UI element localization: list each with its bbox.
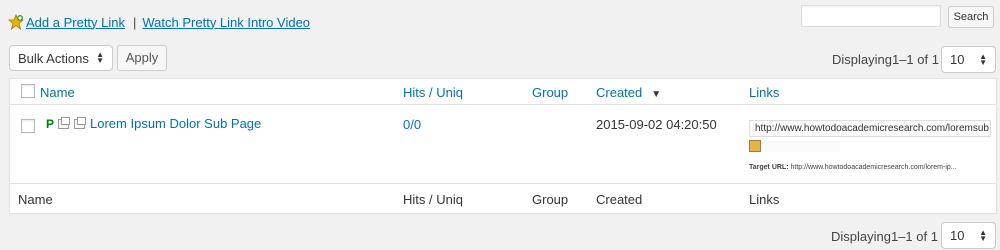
row-hits[interactable]: 0/0 <box>403 117 421 132</box>
links-table: Name Hits / Uniq Group Created ▼ Links P … <box>9 78 997 214</box>
select-arrows-icon: ▲ ▼ <box>979 227 987 243</box>
top-links: Add a Pretty Link | Watch Pretty Link In… <box>7 13 310 31</box>
select-arrows-icon: ▲ ▼ <box>96 50 104 65</box>
bulk-actions-select[interactable]: Bulk Actions ▲ ▼ <box>9 45 113 71</box>
pretty-link-url-field[interactable]: http://www.howtodoacademicresearch.com/l… <box>749 120 991 137</box>
select-arrows-icon: ▲ ▼ <box>979 51 987 67</box>
row-name-cell: P Lorem Ipsum Dolor Sub Page <box>46 116 261 131</box>
th-hits[interactable]: Hits / Uniq <box>403 85 463 100</box>
pretty-link-badge: P <box>46 116 55 131</box>
apply-button[interactable]: Apply <box>117 45 167 71</box>
bulk-actions-label: Bulk Actions <box>18 50 89 66</box>
tf-hits: Hits / Uniq <box>403 192 463 207</box>
th-created[interactable]: Created <box>596 85 642 100</box>
add-pretty-link[interactable]: Add a Pretty Link <box>26 15 125 30</box>
search-button[interactable]: Search <box>948 6 994 28</box>
header-divider <box>10 104 996 105</box>
tf-links: Links <box>749 192 780 207</box>
displaying-count-bottom: Displaying1–1 of 1 <box>831 229 938 244</box>
copy-status-area <box>762 140 840 152</box>
per-page-value: 10 <box>950 228 965 243</box>
add-star-icon <box>7 13 25 31</box>
target-url: Target URL: http://www.howtodoacademicre… <box>749 164 957 171</box>
row-created: 2015-09-02 04:20:50 <box>596 117 717 132</box>
row-checkbox[interactable] <box>21 119 35 133</box>
sort-desc-icon: ▼ <box>651 89 662 100</box>
per-page-select-bottom[interactable]: 10 ▲ ▼ <box>941 222 996 249</box>
per-page-select-top[interactable]: 10 ▲ ▼ <box>941 46 996 73</box>
row-divider <box>10 183 996 184</box>
per-page-value: 10 <box>950 52 965 67</box>
target-url-label: Target URL: <box>749 164 789 171</box>
th-created-wrap[interactable]: Created ▼ <box>596 85 661 100</box>
separator: | <box>133 14 137 30</box>
th-name[interactable]: Name <box>40 85 75 100</box>
open-new-window-icon[interactable] <box>58 116 71 129</box>
watch-video-link[interactable]: Watch Pretty Link Intro Video <box>142 15 310 30</box>
external-link-icon[interactable] <box>74 116 87 129</box>
th-links[interactable]: Links <box>749 85 779 100</box>
tf-created: Created <box>596 192 643 207</box>
th-group[interactable]: Group <box>532 85 568 100</box>
select-all-checkbox[interactable] <box>21 84 35 98</box>
search-input[interactable] <box>801 5 941 27</box>
row-link-name[interactable]: Lorem Ipsum Dolor Sub Page <box>90 116 261 131</box>
copy-clipboard-icon[interactable] <box>749 140 761 152</box>
tf-group: Group <box>532 192 569 207</box>
displaying-count-top: Displaying1–1 of 1 <box>832 52 939 67</box>
target-url-value: http://www.howtodoacademicresearch.com/l… <box>790 164 957 171</box>
tf-name: Name <box>18 192 53 207</box>
